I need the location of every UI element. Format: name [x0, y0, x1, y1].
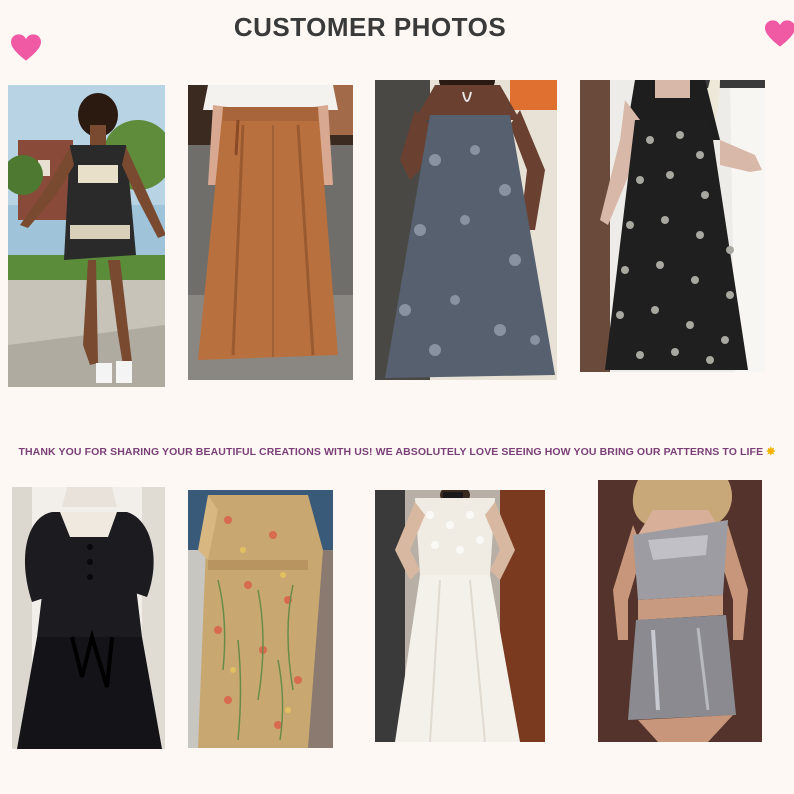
- customer-photo-metallic-set: [598, 480, 762, 742]
- customer-photo-floral-sundress: [375, 80, 557, 380]
- customer-photo-polka-maxi-dress: [580, 80, 765, 372]
- customer-photo-rust-skirt: [188, 85, 353, 380]
- customer-photo-black-puff-dress: [12, 487, 165, 749]
- thank-you-message: THANK YOU FOR SHARING YOUR BEAUTIFUL CRE…: [0, 445, 794, 458]
- page-title: CUSTOMER PHOTOS: [233, 12, 507, 42]
- customer-photo-white-lace-gown: [375, 490, 545, 742]
- heart-icon: [765, 20, 794, 50]
- customer-photo-embroidered-dress: [188, 490, 333, 748]
- heart-icon: [11, 34, 41, 64]
- sparkle-icon: ✸: [766, 446, 776, 458]
- thank-you-text: THANK YOU FOR SHARING YOUR BEAUTIFUL CRE…: [18, 446, 764, 458]
- customer-photo-graphic-dress: [8, 85, 165, 387]
